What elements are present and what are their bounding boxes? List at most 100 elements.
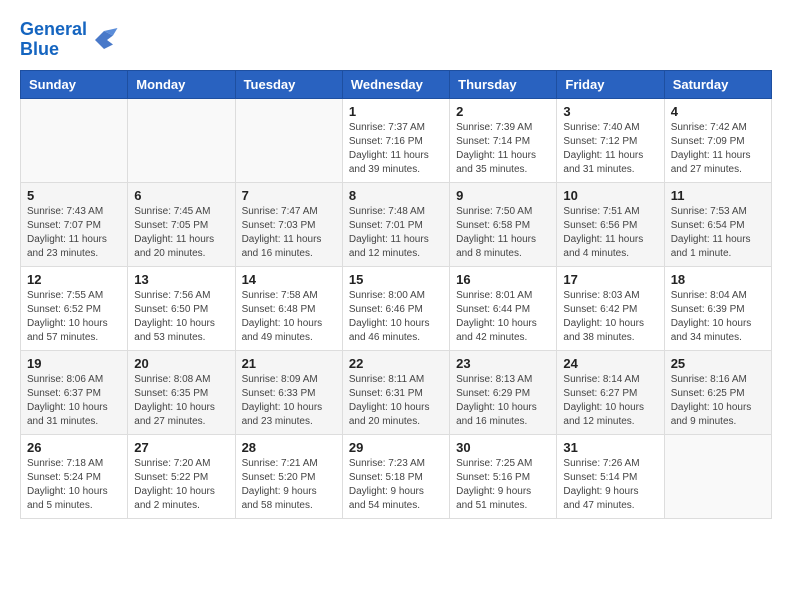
day-number: 15 [349, 272, 443, 287]
day-info: Sunrise: 7:45 AM Sunset: 7:05 PM Dayligh… [134, 205, 228, 261]
calendar-cell: 29Sunrise: 7:23 AM Sunset: 5:18 PM Dayli… [342, 434, 449, 518]
weekday-header-wednesday: Wednesday [342, 70, 449, 98]
day-number: 3 [563, 104, 657, 119]
day-info: Sunrise: 8:01 AM Sunset: 6:44 PM Dayligh… [456, 289, 550, 345]
day-number: 14 [242, 272, 336, 287]
day-number: 2 [456, 104, 550, 119]
day-info: Sunrise: 8:16 AM Sunset: 6:25 PM Dayligh… [671, 373, 765, 429]
calendar-cell: 1 Sunrise: 7:37 AM Sunset: 7:16 PM Daylig… [342, 98, 449, 182]
day-number: 20 [134, 356, 228, 371]
calendar-cell: 19 Sunrise: 8:06 AM Sunset: 6:37 PM Dayli… [21, 350, 128, 434]
day-info: Sunrise: 8:06 AM Sunset: 6:37 PM Dayligh… [27, 373, 121, 429]
calendar-week-row: 19 Sunrise: 8:06 AM Sunset: 6:37 PM Dayli… [21, 350, 772, 434]
logo: GeneralBlue [20, 20, 119, 60]
calendar-cell: 8 Sunrise: 7:48 AM Sunset: 7:01 PM Daylig… [342, 182, 449, 266]
calendar-cell: 5 Sunrise: 7:43 AM Sunset: 7:07 PM Daylig… [21, 182, 128, 266]
calendar-cell: 23 Sunrise: 8:13 AM Sunset: 6:29 PM Dayli… [450, 350, 557, 434]
calendar-cell: 21 Sunrise: 8:09 AM Sunset: 6:33 PM Dayli… [235, 350, 342, 434]
logo-bird-icon [89, 25, 119, 55]
day-info: Sunrise: 7:47 AM Sunset: 7:03 PM Dayligh… [242, 205, 336, 261]
day-number: 7 [242, 188, 336, 203]
calendar-cell: 9Sunrise: 7:50 AM Sunset: 6:58 PM Daylig… [450, 182, 557, 266]
day-number: 19 [27, 356, 121, 371]
calendar-cell: 10Sunrise: 7:51 AM Sunset: 6:56 PM Dayli… [557, 182, 664, 266]
day-info: Sunrise: 8:04 AM Sunset: 6:39 PM Dayligh… [671, 289, 765, 345]
day-info: Sunrise: 7:25 AM Sunset: 5:16 PM Dayligh… [456, 457, 550, 513]
page-header: GeneralBlue [20, 20, 772, 60]
calendar-cell: 22 Sunrise: 8:11 AM Sunset: 6:31 PM Dayli… [342, 350, 449, 434]
day-number: 10 [563, 188, 657, 203]
day-number: 11 [671, 188, 765, 203]
calendar-cell [128, 98, 235, 182]
calendar-cell: 27Sunrise: 7:20 AM Sunset: 5:22 PM Dayli… [128, 434, 235, 518]
calendar-cell: 13 Sunrise: 7:56 AM Sunset: 6:50 PM Dayli… [128, 266, 235, 350]
day-info: Sunrise: 7:48 AM Sunset: 7:01 PM Dayligh… [349, 205, 443, 261]
calendar-cell: 2 Sunrise: 7:39 AM Sunset: 7:14 PM Daylig… [450, 98, 557, 182]
day-info: Sunrise: 8:11 AM Sunset: 6:31 PM Dayligh… [349, 373, 443, 429]
weekday-header-tuesday: Tuesday [235, 70, 342, 98]
calendar-cell [235, 98, 342, 182]
day-number: 17 [563, 272, 657, 287]
day-info: Sunrise: 7:37 AM Sunset: 7:16 PM Dayligh… [349, 121, 443, 177]
day-info: Sunrise: 7:58 AM Sunset: 6:48 PM Dayligh… [242, 289, 336, 345]
day-number: 25 [671, 356, 765, 371]
calendar-table: SundayMondayTuesdayWednesdayThursdayFrid… [20, 70, 772, 519]
day-number: 1 [349, 104, 443, 119]
calendar-week-row: 26 Sunrise: 7:18 AM Sunset: 5:24 PM Dayli… [21, 434, 772, 518]
calendar-week-row: 12 Sunrise: 7:55 AM Sunset: 6:52 PM Dayli… [21, 266, 772, 350]
weekday-header-monday: Monday [128, 70, 235, 98]
day-number: 24 [563, 356, 657, 371]
calendar-cell: 17 Sunrise: 8:03 AM Sunset: 6:42 PM Dayli… [557, 266, 664, 350]
calendar-cell: 12 Sunrise: 7:55 AM Sunset: 6:52 PM Dayli… [21, 266, 128, 350]
day-info: Sunrise: 7:20 AM Sunset: 5:22 PM Dayligh… [134, 457, 228, 513]
calendar-cell: 15 Sunrise: 8:00 AM Sunset: 6:46 PM Dayli… [342, 266, 449, 350]
day-number: 31 [563, 440, 657, 455]
calendar-cell: 16Sunrise: 8:01 AM Sunset: 6:44 PM Dayli… [450, 266, 557, 350]
day-number: 6 [134, 188, 228, 203]
day-number: 18 [671, 272, 765, 287]
day-number: 9 [456, 188, 550, 203]
day-number: 30 [456, 440, 550, 455]
calendar-week-row: 1 Sunrise: 7:37 AM Sunset: 7:16 PM Daylig… [21, 98, 772, 182]
day-info: Sunrise: 7:18 AM Sunset: 5:24 PM Dayligh… [27, 457, 121, 513]
weekday-header-thursday: Thursday [450, 70, 557, 98]
day-info: Sunrise: 7:42 AM Sunset: 7:09 PM Dayligh… [671, 121, 765, 177]
calendar-cell: 30 Sunrise: 7:25 AM Sunset: 5:16 PM Dayli… [450, 434, 557, 518]
weekday-header-sunday: Sunday [21, 70, 128, 98]
day-number: 8 [349, 188, 443, 203]
day-number: 21 [242, 356, 336, 371]
day-info: Sunrise: 8:13 AM Sunset: 6:29 PM Dayligh… [456, 373, 550, 429]
calendar-cell: 3 Sunrise: 7:40 AM Sunset: 7:12 PM Daylig… [557, 98, 664, 182]
day-number: 22 [349, 356, 443, 371]
weekday-header-row: SundayMondayTuesdayWednesdayThursdayFrid… [21, 70, 772, 98]
day-info: Sunrise: 8:09 AM Sunset: 6:33 PM Dayligh… [242, 373, 336, 429]
calendar-cell: 28Sunrise: 7:21 AM Sunset: 5:20 PM Dayli… [235, 434, 342, 518]
calendar-cell: 4 Sunrise: 7:42 AM Sunset: 7:09 PM Daylig… [664, 98, 771, 182]
day-number: 23 [456, 356, 550, 371]
calendar-cell [21, 98, 128, 182]
calendar-cell: 20Sunrise: 8:08 AM Sunset: 6:35 PM Dayli… [128, 350, 235, 434]
day-number: 4 [671, 104, 765, 119]
day-info: Sunrise: 7:53 AM Sunset: 6:54 PM Dayligh… [671, 205, 765, 261]
weekday-header-saturday: Saturday [664, 70, 771, 98]
day-info: Sunrise: 8:03 AM Sunset: 6:42 PM Dayligh… [563, 289, 657, 345]
day-number: 12 [27, 272, 121, 287]
day-info: Sunrise: 7:23 AM Sunset: 5:18 PM Dayligh… [349, 457, 443, 513]
day-info: Sunrise: 7:43 AM Sunset: 7:07 PM Dayligh… [27, 205, 121, 261]
day-number: 13 [134, 272, 228, 287]
day-info: Sunrise: 7:56 AM Sunset: 6:50 PM Dayligh… [134, 289, 228, 345]
day-number: 26 [27, 440, 121, 455]
calendar-cell: 26 Sunrise: 7:18 AM Sunset: 5:24 PM Dayli… [21, 434, 128, 518]
calendar-cell: 7 Sunrise: 7:47 AM Sunset: 7:03 PM Daylig… [235, 182, 342, 266]
day-info: Sunrise: 7:39 AM Sunset: 7:14 PM Dayligh… [456, 121, 550, 177]
day-info: Sunrise: 8:14 AM Sunset: 6:27 PM Dayligh… [563, 373, 657, 429]
day-info: Sunrise: 7:40 AM Sunset: 7:12 PM Dayligh… [563, 121, 657, 177]
day-info: Sunrise: 7:55 AM Sunset: 6:52 PM Dayligh… [27, 289, 121, 345]
calendar-cell [664, 434, 771, 518]
calendar-cell: 18 Sunrise: 8:04 AM Sunset: 6:39 PM Dayli… [664, 266, 771, 350]
day-info: Sunrise: 7:26 AM Sunset: 5:14 PM Dayligh… [563, 457, 657, 513]
calendar-cell: 6 Sunrise: 7:45 AM Sunset: 7:05 PM Daylig… [128, 182, 235, 266]
day-info: Sunrise: 8:00 AM Sunset: 6:46 PM Dayligh… [349, 289, 443, 345]
day-number: 5 [27, 188, 121, 203]
calendar-cell: 11 Sunrise: 7:53 AM Sunset: 6:54 PM Dayli… [664, 182, 771, 266]
